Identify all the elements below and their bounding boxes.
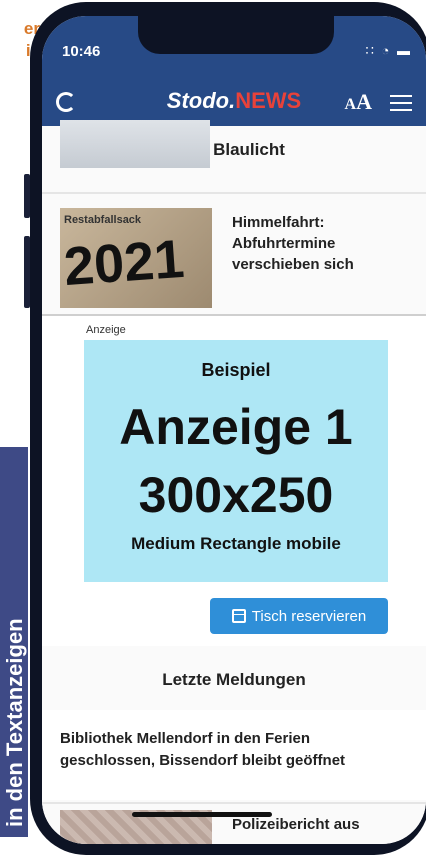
- ad-line-3: 300x250: [138, 467, 334, 523]
- status-icons: ∷ ◔ ▬: [365, 43, 412, 58]
- home-indicator[interactable]: [132, 812, 272, 817]
- latest-news-header: Letzte Meldungen: [42, 654, 426, 706]
- phone-button-silent: [24, 174, 30, 218]
- font-large-icon: A: [356, 89, 372, 114]
- reserve-table-button[interactable]: Tisch reservieren: [210, 598, 388, 634]
- calendar-icon: [231, 609, 246, 623]
- article-thumbnail: Restabfallsack 2021: [60, 208, 212, 308]
- outer-banner-text: in den Textanzeigen: [2, 618, 27, 827]
- thumb-label: Restabfallsack: [64, 214, 142, 226]
- status-time: 10:46: [62, 43, 101, 60]
- news-title: Bibliothek Mellendorf in den Ferien gesc…: [60, 730, 346, 769]
- section-title-blaulicht: Blaulicht: [213, 140, 285, 159]
- section-blaulicht[interactable]: Blaulicht: [42, 120, 426, 174]
- notch: [138, 16, 334, 54]
- ad-line-2: Anzeige 1: [119, 399, 353, 455]
- article-item-himmelfahrt[interactable]: Restabfallsack 2021 Himmelfahrt: Abfuhrt…: [42, 194, 426, 314]
- news-item-bibliothek[interactable]: Bibliothek Mellendorf in den Ferien gesc…: [42, 710, 426, 800]
- thumb-number: 2021: [62, 228, 187, 298]
- app-header: Stodo.NEWS AA: [42, 78, 426, 126]
- latest-news-title: Letzte Meldungen: [162, 670, 306, 689]
- ad-label: Anzeige: [86, 324, 126, 336]
- ad-area: Anzeige Beispiel Anzeige 1 300x250 Mediu…: [42, 316, 426, 646]
- menu-icon[interactable]: [390, 95, 412, 111]
- news-title-polizeibericht[interactable]: Polizeibericht aus: [232, 816, 360, 833]
- ad-line-4: Medium Rectangle mobile: [131, 534, 341, 553]
- ad-line-1: Beispiel: [201, 360, 271, 380]
- status-bar: 10:46 ∷ ◔ ▬: [42, 16, 426, 78]
- font-size-toggle[interactable]: AA: [345, 89, 372, 115]
- font-small-icon: A: [344, 96, 357, 113]
- phone-button-volume: [24, 236, 30, 308]
- phone-screen: 10:46 ∷ ◔ ▬ Stodo.NEWS AA Blaulicht Rest…: [42, 16, 426, 844]
- logo-part-stodo: Stodo.: [166, 88, 236, 113]
- divider: [42, 802, 426, 804]
- article-title: Himmelfahrt: Abfuhrtermine verschieben s…: [232, 214, 354, 273]
- reserve-table-label: Tisch reservieren: [251, 607, 367, 625]
- main-content: Blaulicht Restabfallsack 2021 Himmelfahr…: [42, 120, 426, 844]
- logo-part-news: NEWS: [235, 88, 302, 113]
- ad-banner[interactable]: Beispiel Anzeige 1 300x250 Medium Rectan…: [84, 340, 388, 582]
- outer-banner: in den Textanzeigen: [0, 447, 28, 837]
